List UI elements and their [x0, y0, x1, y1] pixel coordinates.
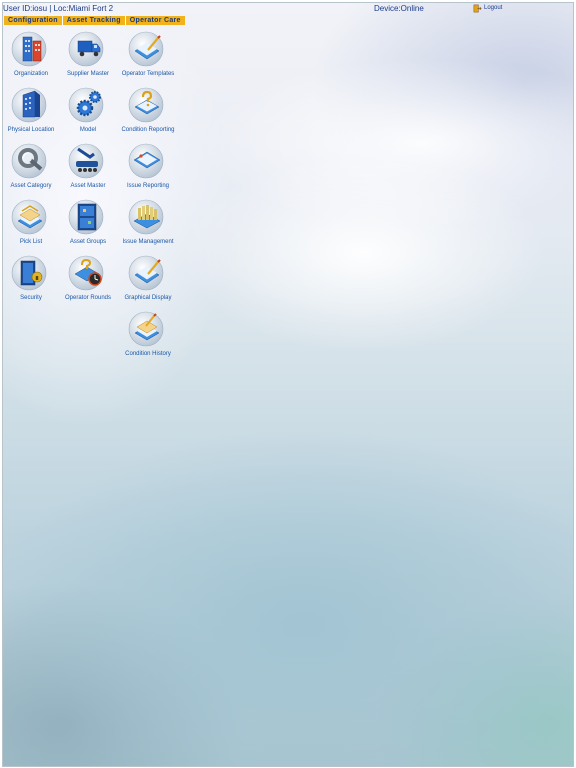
tile-asset-category[interactable]: Asset Category [1, 141, 61, 189]
graphical-display-icon [128, 255, 164, 291]
tab-bar: Configuration Asset Tracking Operator Ca… [4, 16, 185, 25]
tile-asset-master[interactable]: Asset Master [58, 141, 118, 189]
logout-label: Logout [484, 5, 503, 11]
tile-organization[interactable]: Organization [1, 29, 61, 77]
tile-issue-reporting[interactable]: Issue Reporting [118, 141, 178, 189]
tile-operator-templates[interactable]: Operator Templates [118, 29, 178, 77]
device-status: Device:Online [374, 4, 424, 13]
tile-label: Pick List [19, 239, 43, 245]
header-bar: User ID:iosu | Loc:Miami Fort 2 Device:O… [3, 3, 571, 14]
tile-physical-location[interactable]: Physical Location [1, 85, 61, 133]
tile-label: Asset Category [10, 183, 52, 189]
tile-label: Security [20, 295, 42, 301]
operator-templates-icon [128, 31, 164, 67]
logout-button[interactable]: Logout [473, 3, 502, 14]
tile-condition-history[interactable]: Condition History [118, 309, 178, 357]
organization-icon [11, 31, 47, 67]
tile-label: Operator Templates [121, 71, 175, 77]
tile-security[interactable]: Security [1, 253, 61, 301]
tile-graphical-display[interactable]: Graphical Display [118, 253, 178, 301]
issue-reporting-icon [128, 143, 164, 179]
security-lock-icon [11, 255, 47, 291]
condition-history-icon [128, 311, 164, 347]
asset-category-icon [11, 143, 47, 179]
tile-pick-list[interactable]: Pick List [1, 197, 61, 245]
tile-label: Asset Groups [69, 239, 107, 245]
supplier-truck-icon [68, 31, 104, 67]
tile-condition-reporting[interactable]: Condition Reporting [118, 85, 178, 133]
operator-rounds-icon [68, 255, 104, 291]
tile-label: Physical Location [7, 127, 55, 133]
tile-label: Model [79, 127, 97, 133]
physical-location-icon [11, 87, 47, 123]
tile-asset-groups[interactable]: Asset Groups [58, 197, 118, 245]
tile-label: Issue Reporting [126, 183, 170, 189]
tile-supplier-master[interactable]: Supplier Master [58, 29, 118, 77]
tile-label: Supplier Master [66, 71, 110, 77]
tile-label: Condition Reporting [121, 127, 175, 133]
tab-configuration[interactable]: Configuration [4, 16, 63, 25]
tab-operator-care[interactable]: Operator Care [126, 16, 185, 25]
tile-label: Asset Master [70, 183, 106, 189]
tile-label: Graphical Display [124, 295, 172, 301]
tile-label: Operator Rounds [64, 295, 112, 301]
tile-label: Condition History [125, 351, 171, 357]
logout-icon [473, 4, 482, 13]
condition-reporting-icon [128, 87, 164, 123]
asset-groups-icon [68, 199, 104, 235]
issue-management-icon [128, 199, 164, 235]
tile-label: Organization [13, 71, 49, 77]
pick-list-icon [11, 199, 47, 235]
tile-operator-rounds[interactable]: Operator Rounds [58, 253, 118, 301]
tile-issue-management[interactable]: Issue Management [118, 197, 178, 245]
tab-asset-tracking[interactable]: Asset Tracking [63, 16, 126, 25]
user-info: User ID:iosu | Loc:Miami Fort 2 [3, 4, 114, 13]
tile-model[interactable]: Model [58, 85, 118, 133]
model-gears-icon [68, 87, 104, 123]
asset-master-icon [68, 143, 104, 179]
tile-label: Issue Management [122, 239, 174, 245]
